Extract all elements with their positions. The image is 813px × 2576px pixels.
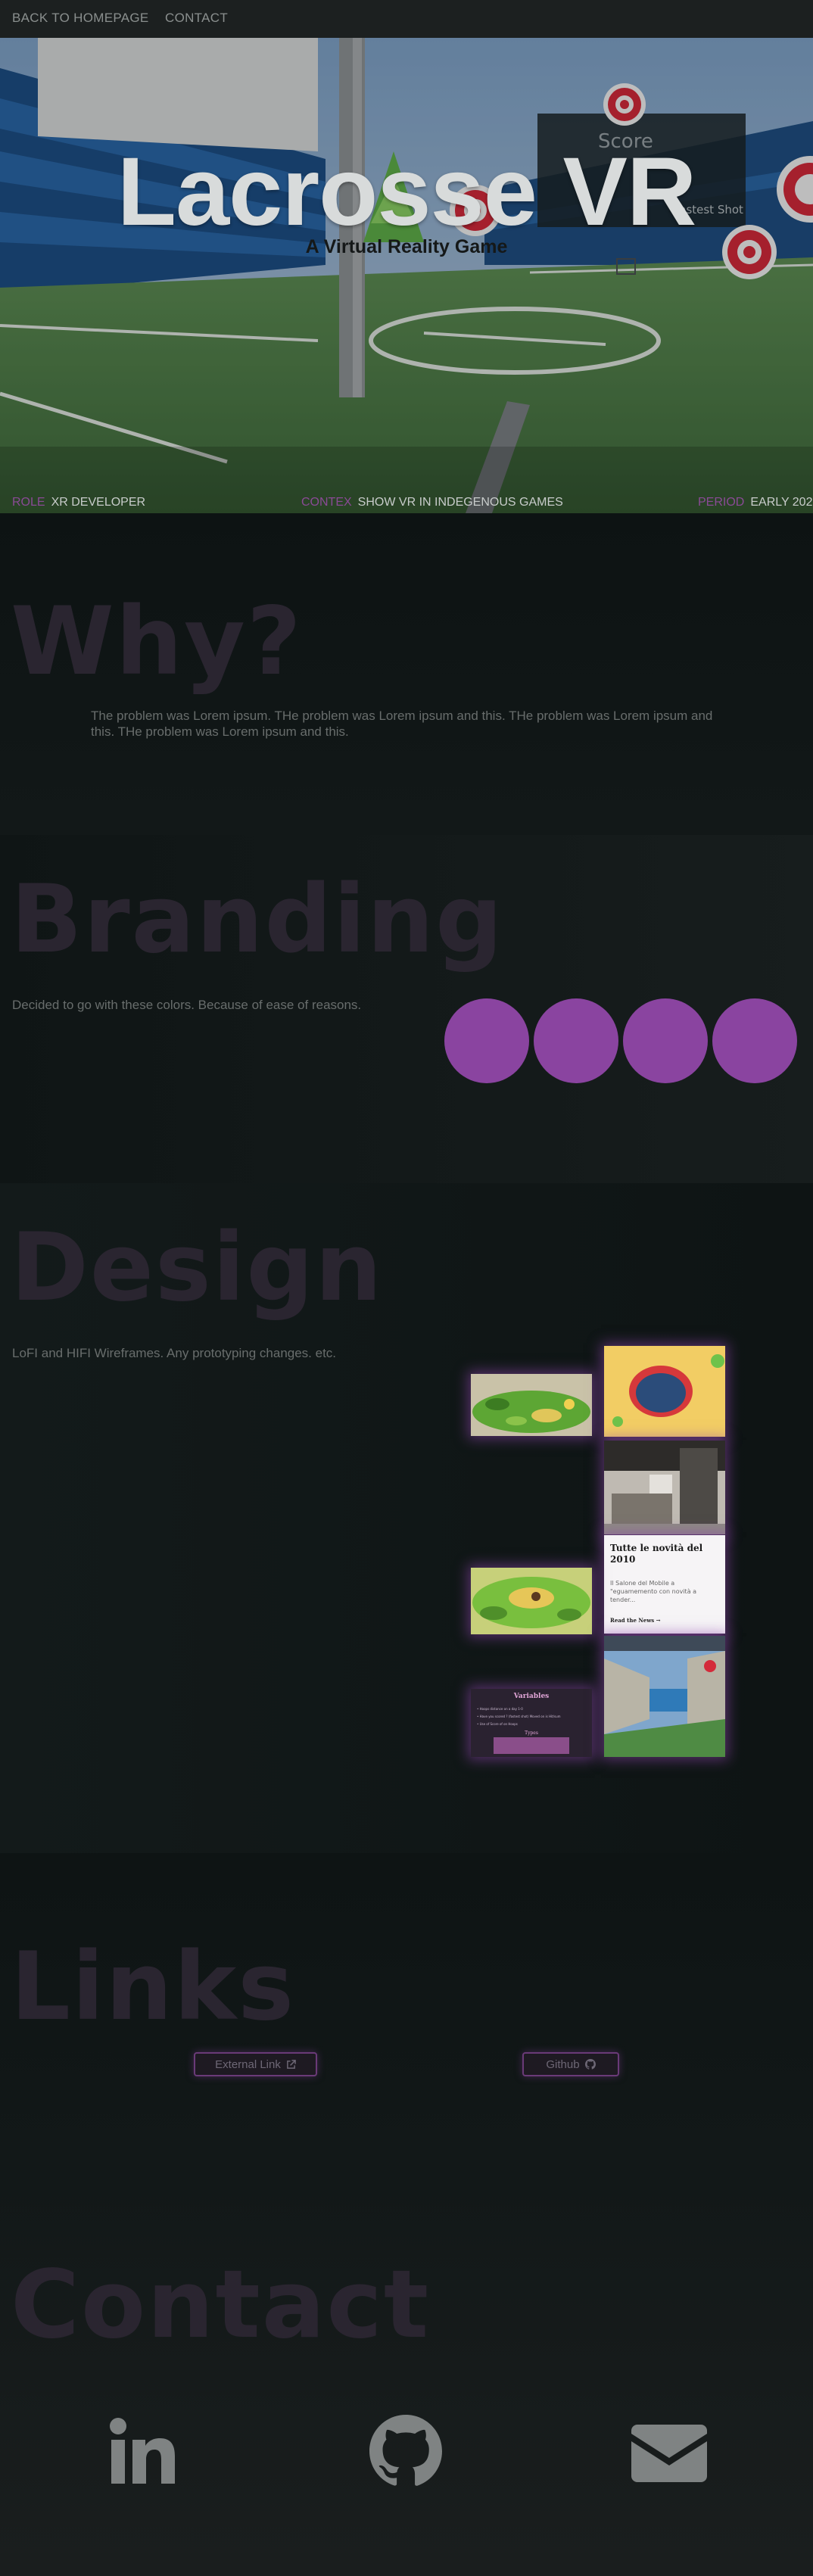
why-section: Why? The problem was Lorem ipsum. THe pr… [0, 513, 813, 835]
contact-nav-link[interactable]: CONTACT [165, 11, 228, 26]
wireframe-thumb-vr-scene[interactable] [604, 1636, 725, 1757]
interior-image [604, 1441, 725, 1534]
design-text: LoFI and HIFI Wireframes. Any prototypin… [12, 1346, 337, 1360]
meta-contex-value: SHOW VR IN INDEGENOUS GAMES [357, 496, 563, 509]
variables-mock-line: • Have you scored ? (fastest shot) Moved… [477, 1715, 561, 1718]
vr-scene-image [604, 1636, 725, 1757]
why-title: Why? [11, 587, 303, 696]
level-2-image [471, 1568, 592, 1634]
meta-period: PERIOD EARLY 2023 [698, 496, 813, 509]
variables-mock-table [494, 1737, 569, 1754]
wireframe-thumb-level-1[interactable] [471, 1374, 592, 1436]
hero-title: Lacrosse VR [117, 138, 697, 246]
branding-text: Decided to go with these colors. Because… [12, 998, 362, 1012]
why-text: The problem was Lorem ipsum. THe problem… [91, 709, 713, 739]
color-swatch [534, 998, 618, 1083]
linkedin-icon[interactable] [108, 2417, 178, 2487]
hero-subtitle: A Virtual Reality Game [305, 236, 508, 257]
variables-mock-title: Variables [513, 1693, 550, 1700]
branding-title: Branding [11, 865, 504, 974]
color-swatch [444, 998, 529, 1083]
wireframe-thumb-web[interactable]: Tutte le novità del 2010 Il Salone del M… [604, 1535, 725, 1634]
variables-mock-types: Types [525, 1730, 538, 1736]
meta-period-key: PERIOD [698, 496, 745, 509]
meta-period-value: EARLY 2023 [750, 496, 813, 509]
links-title: Links [11, 1933, 296, 2042]
hero-banner: Score Fastest Shot Lacrosse VR A Virtual… [0, 38, 813, 513]
color-swatch [712, 998, 797, 1083]
links-section: Links External Link Github [0, 1853, 813, 2171]
email-icon[interactable] [631, 2425, 707, 2482]
external-link-icon [286, 2059, 296, 2069]
contact-section: Contact [0, 2171, 813, 2576]
github-button[interactable]: Github [522, 2052, 619, 2076]
wireframe-thumb-variables[interactable]: Variables • Hoops distance on a day 1-0 … [471, 1689, 592, 1757]
external-link-label: External Link [215, 2057, 281, 2071]
design-section: Design LoFI and HIFI Wireframes. Any pro… [0, 1183, 813, 1853]
web-mock-button: Read the News → [610, 1617, 661, 1624]
wireframe-thumb-hole[interactable] [604, 1346, 725, 1437]
external-link-button[interactable]: External Link [194, 2052, 317, 2076]
web-mock-heading: Tutte le novità del 2010 [610, 1543, 703, 1565]
level-1-image [471, 1374, 592, 1436]
contact-title: Contact [11, 2250, 431, 2360]
variables-mock-line: • Hoops distance on a day 1-0 [477, 1707, 523, 1711]
variables-mock-lines: • Hoops distance on a day 1-0 • Have you… [477, 1705, 561, 1728]
variables-mock-line: • Use of Score of on Hoops [477, 1722, 518, 1726]
hole-image [604, 1346, 725, 1437]
hero-scene-illustration: Score Fastest Shot [0, 38, 813, 513]
design-title: Design [11, 1213, 384, 1322]
github-icon [584, 2059, 596, 2070]
meta-role: ROLE XR DEVELOPER [12, 496, 145, 509]
color-swatch [623, 998, 708, 1083]
back-to-homepage-link[interactable]: BACK TO HOMEPAGE [12, 11, 149, 26]
wireframe-thumb-level-2[interactable] [471, 1568, 592, 1634]
meta-contex: CONTEX SHOW VR IN INDEGENOUS GAMES [301, 496, 563, 509]
github-label: Github [546, 2057, 580, 2071]
web-mock-body: Il Salone del Mobile a "eguamemento con … [610, 1580, 697, 1603]
meta-role-key: ROLE [12, 496, 45, 509]
top-nav: BACK TO HOMEPAGE CONTACT [0, 0, 813, 38]
github-contact-icon[interactable] [369, 2415, 442, 2487]
branding-section: Branding Decided to go with these colors… [0, 835, 813, 1183]
wireframe-thumb-interior[interactable] [604, 1441, 725, 1534]
meta-contex-key: CONTEX [301, 496, 352, 509]
meta-role-value: XR DEVELOPER [51, 496, 146, 509]
